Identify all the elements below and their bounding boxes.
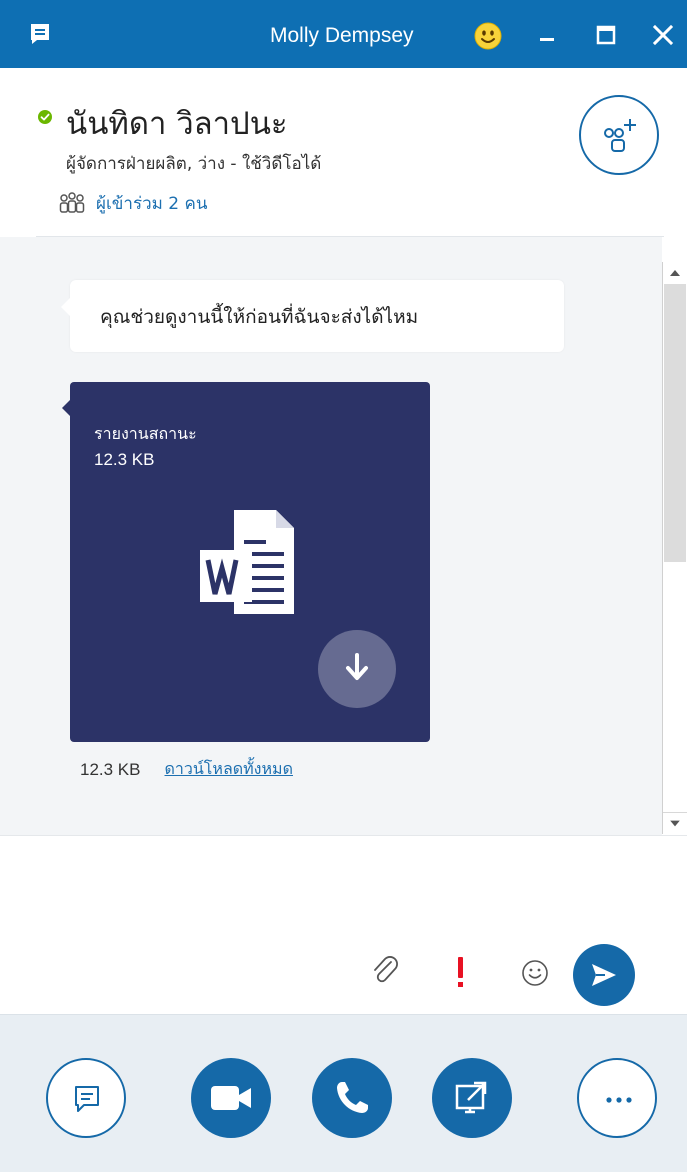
maximize-button[interactable] <box>591 20 621 50</box>
ellipsis-icon <box>606 1097 632 1103</box>
download-button[interactable] <box>318 630 396 708</box>
download-all-link[interactable]: ดาวน์โหลดทั้งหมด <box>165 757 293 782</box>
exclamation-icon[interactable] <box>450 954 472 990</box>
share-screen-icon <box>455 1081 487 1114</box>
download-arrow-icon <box>346 653 368 680</box>
contact-name: นันทิดา วิลาปนะ <box>66 106 288 142</box>
footer-file-size: 12.3 KB <box>80 759 141 779</box>
file-footer: 12.3 KB ดาวน์โหลดทั้งหมด <box>80 757 293 782</box>
chat-bubble-icon[interactable] <box>28 22 52 46</box>
send-button[interactable] <box>573 944 635 1006</box>
title-bar: Molly Dempsey <box>0 0 687 68</box>
conversation-pane: คุณช่วยดูงานนี้ให้ก่อนที่ฉันจะส่งได้ไหม … <box>0 237 687 835</box>
message-input[interactable] <box>20 856 660 946</box>
smiley-icon[interactable] <box>474 22 502 50</box>
minimize-button[interactable] <box>532 20 562 50</box>
message-bubble: คุณช่วยดูงานนี้ให้ก่อนที่ฉันจะส่งได้ไหม <box>61 280 564 352</box>
phone-icon <box>337 1082 368 1113</box>
bottom-toolbar <box>0 1014 687 1172</box>
compose-area <box>0 836 687 1014</box>
add-people-icon <box>604 119 636 152</box>
scroll-up-arrow-icon[interactable] <box>663 262 687 284</box>
send-icon <box>592 964 616 986</box>
presence-available-icon <box>38 110 52 124</box>
video-camera-icon <box>211 1086 251 1110</box>
more-options-button[interactable] <box>577 1058 657 1138</box>
file-attachment-card[interactable]: รายงานสถานะ 12.3 KB <box>62 382 430 742</box>
emoji-icon[interactable] <box>520 958 550 988</box>
conversation-history: คุณช่วยดูงานนี้ให้ก่อนที่ฉันจะส่งได้ไหม … <box>0 237 662 835</box>
scroll-thumb[interactable] <box>664 284 686 562</box>
participants-link[interactable]: ผู้เข้าร่วม 2 คน <box>96 190 207 217</box>
word-document-icon <box>200 510 294 614</box>
video-call-button[interactable] <box>191 1058 271 1138</box>
conversation-scrollbar[interactable] <box>662 262 687 834</box>
window-title: Molly Dempsey <box>270 24 414 47</box>
share-screen-button[interactable] <box>432 1058 512 1138</box>
contact-status: ผู้จัดการฝ่ายผลิต, ว่าง - ใช้วิดีโอได้ <box>66 154 322 174</box>
participants-row[interactable]: ผู้เข้าร่วม 2 คน <box>58 190 207 216</box>
scroll-down-arrow-icon[interactable] <box>663 812 687 834</box>
chat-icon <box>75 1086 99 1112</box>
audio-call-button[interactable] <box>312 1058 392 1138</box>
add-people-button[interactable] <box>579 95 659 175</box>
paperclip-icon[interactable] <box>370 954 402 988</box>
close-button[interactable] <box>648 20 678 50</box>
im-button[interactable] <box>46 1058 126 1138</box>
file-size: 12.3 KB <box>94 450 155 469</box>
participants-icon <box>59 192 85 213</box>
message-text: คุณช่วยดูงานนี้ให้ก่อนที่ฉันจะส่งได้ไหม <box>100 306 419 328</box>
file-name: รายงานสถานะ <box>94 424 197 443</box>
